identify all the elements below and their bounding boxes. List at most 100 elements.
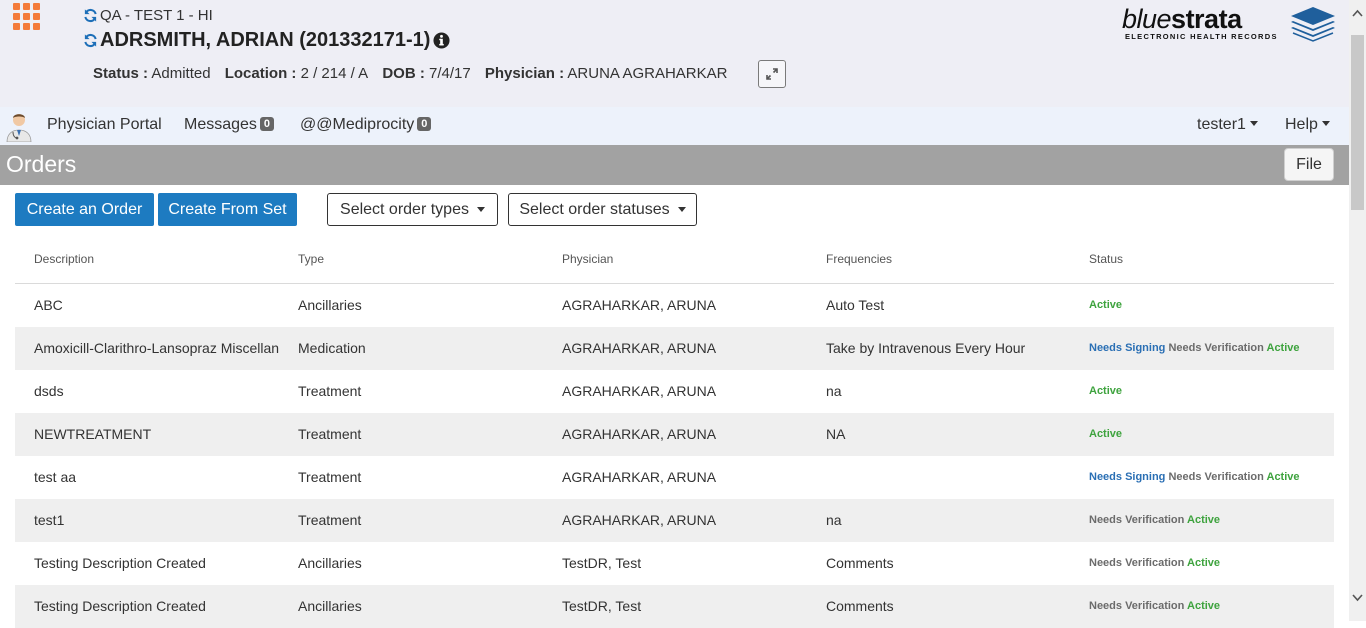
status-active: Active <box>1187 557 1221 569</box>
refresh-icon[interactable] <box>83 8 98 23</box>
refresh-icon[interactable] <box>83 33 98 48</box>
patient-name: ADRSMITH, ADRIAN (201332171-1) <box>100 29 431 52</box>
cell-description: Testing Description Created <box>34 555 206 571</box>
app-grid-icon[interactable] <box>13 3 40 30</box>
cell-description: test1 <box>34 512 65 528</box>
cell-physician: AGRAHARKAR, ARUNA <box>562 426 717 442</box>
table-row[interactable]: Amoxicill-Clarithro-Lansopraz Miscellan M… <box>15 327 1334 370</box>
cell-physician: TestDR, Test <box>562 555 642 571</box>
create-order-button[interactable]: Create an Order <box>15 193 154 226</box>
cell-status: Needs Signing Needs Verification Active <box>1089 342 1300 354</box>
status-active: Active <box>1187 600 1221 612</box>
caret-down-icon <box>1321 121 1330 126</box>
scroll-down-icon[interactable] <box>1352 592 1363 603</box>
status-active: Active <box>1187 514 1221 526</box>
file-button[interactable]: File <box>1284 148 1334 181</box>
table-body: ABC Ancillaries AGRAHARKAR, ARUNA Auto Test… <box>15 284 1334 628</box>
column-header-frequencies[interactable]: Frequencies <box>826 252 892 266</box>
status-active: Active <box>1266 342 1300 354</box>
column-header-status[interactable]: Status <box>1089 252 1123 266</box>
expand-icon <box>766 68 778 80</box>
cell-description: Amoxicill-Clarithro-Lansopraz Miscellan <box>34 340 280 356</box>
table-header: Description Type Physician Frequencies S… <box>15 241 1334 284</box>
cell-status: Active <box>1089 299 1122 311</box>
cell-frequency: Comments <box>826 598 894 614</box>
status-active: Active <box>1089 385 1123 397</box>
cell-type: Ancillaries <box>298 555 362 571</box>
cell-frequency: Comments <box>826 555 894 571</box>
status-value: Admitted <box>151 65 211 82</box>
status-active: Active <box>1266 471 1300 483</box>
column-header-description[interactable]: Description <box>34 252 94 266</box>
caret-down-icon <box>1249 121 1258 126</box>
cell-status: Active <box>1089 385 1122 397</box>
table-row[interactable]: Testing Description Created Ancillaries Te… <box>15 542 1334 585</box>
patient-header: QA - TEST 1 - HI ADRSMITH, ADRIAN (20133… <box>0 0 1349 107</box>
table-row[interactable]: test aa Treatment AGRAHARKAR, ARUNA Needs S… <box>15 456 1334 499</box>
table-row[interactable]: Testing Description Created Ancillaries Te… <box>15 585 1334 628</box>
help-menu[interactable]: Help <box>1285 116 1330 134</box>
orders-section-bar: Orders File <box>0 145 1349 185</box>
dob-value: 7/4/17 <box>428 65 471 82</box>
nav-physician-portal[interactable]: Physician Portal <box>47 116 162 134</box>
create-from-set-button[interactable]: Create From Set <box>158 193 297 226</box>
cell-physician: AGRAHARKAR, ARUNA <box>562 469 717 485</box>
cell-description: dsds <box>34 383 64 399</box>
cell-status: Needs Verification Active <box>1089 600 1220 612</box>
facility-name: QA - TEST 1 - HI <box>100 6 213 24</box>
cell-frequency: na <box>826 383 842 399</box>
logo-stack-icon <box>1291 7 1335 42</box>
cell-type: Treatment <box>298 383 362 399</box>
cell-frequency: na <box>826 512 842 528</box>
physician-label: Physician : <box>484 65 565 82</box>
page-scrollbar[interactable] <box>1349 0 1366 621</box>
status-active: Active <box>1089 428 1123 440</box>
caret-down-icon <box>476 207 485 212</box>
status-needs-verification: Needs Verification <box>1168 471 1264 483</box>
location-label: Location : <box>224 65 297 82</box>
page-title: Orders <box>6 151 77 177</box>
dob-label: DOB : <box>382 65 425 82</box>
main-nav: Physician Portal Messages 0 @@Mediprocity… <box>0 107 1349 145</box>
cell-description: ABC <box>34 297 63 313</box>
user-menu[interactable]: tester1 <box>1197 116 1258 134</box>
cell-type: Treatment <box>298 512 362 528</box>
status-needs-verification: Needs Verification <box>1089 557 1185 569</box>
cell-physician: TestDR, Test <box>562 598 642 614</box>
cell-status: Needs Signing Needs Verification Active <box>1089 471 1300 483</box>
cell-type: Medication <box>298 340 366 356</box>
cell-type: Treatment <box>298 426 362 442</box>
cell-description: NEWTREATMENT <box>34 426 152 442</box>
cell-type: Ancillaries <box>298 598 362 614</box>
logo-wordmark: bluestrata <box>1122 4 1242 34</box>
table-row[interactable]: test1 Treatment AGRAHARKAR, ARUNA na Needs V… <box>15 499 1334 542</box>
status-needs-verification: Needs Verification <box>1089 600 1185 612</box>
info-icon[interactable] <box>433 32 450 49</box>
nav-messages[interactable]: Messages 0 <box>184 116 275 134</box>
bluestrata-logo: bluestrata ELECTRONIC HEALTH RECORDS <box>1122 4 1338 46</box>
scrollbar-thumb[interactable] <box>1351 35 1364 210</box>
cell-frequency: Auto Test <box>826 297 885 313</box>
column-header-physician[interactable]: Physician <box>562 252 613 266</box>
status-label: Status : <box>93 65 149 82</box>
table-row[interactable]: ABC Ancillaries AGRAHARKAR, ARUNA Auto Test… <box>15 284 1334 327</box>
orders-table: Description Type Physician Frequencies S… <box>15 241 1334 628</box>
physician-value: ARUNA AGRAHARKAR <box>567 65 728 82</box>
caret-down-icon <box>677 207 686 212</box>
cell-physician: AGRAHARKAR, ARUNA <box>562 512 717 528</box>
column-header-type[interactable]: Type <box>298 252 324 266</box>
physician-avatar-icon <box>6 114 32 142</box>
logo-subtitle: ELECTRONIC HEALTH RECORDS <box>1125 32 1278 41</box>
patient-details: Status : Admitted Location : 2 / 214 / A… <box>93 65 727 82</box>
status-needs-verification: Needs Verification <box>1168 342 1264 354</box>
table-row[interactable]: NEWTREATMENT Treatment AGRAHARKAR, ARUNA NA… <box>15 413 1334 456</box>
scroll-up-icon[interactable] <box>1352 8 1363 19</box>
order-statuses-select[interactable]: Select order statuses <box>508 193 697 226</box>
cell-type: Ancillaries <box>298 297 362 313</box>
expand-button[interactable] <box>758 60 786 88</box>
order-types-select[interactable]: Select order types <box>327 193 498 226</box>
cell-frequency: NA <box>826 426 846 442</box>
nav-mediprocity[interactable]: @@Mediprocity 0 <box>300 116 432 134</box>
table-row[interactable]: dsds Treatment AGRAHARKAR, ARUNA na Active <box>15 370 1334 413</box>
cell-status: Needs Verification Active <box>1089 557 1220 569</box>
